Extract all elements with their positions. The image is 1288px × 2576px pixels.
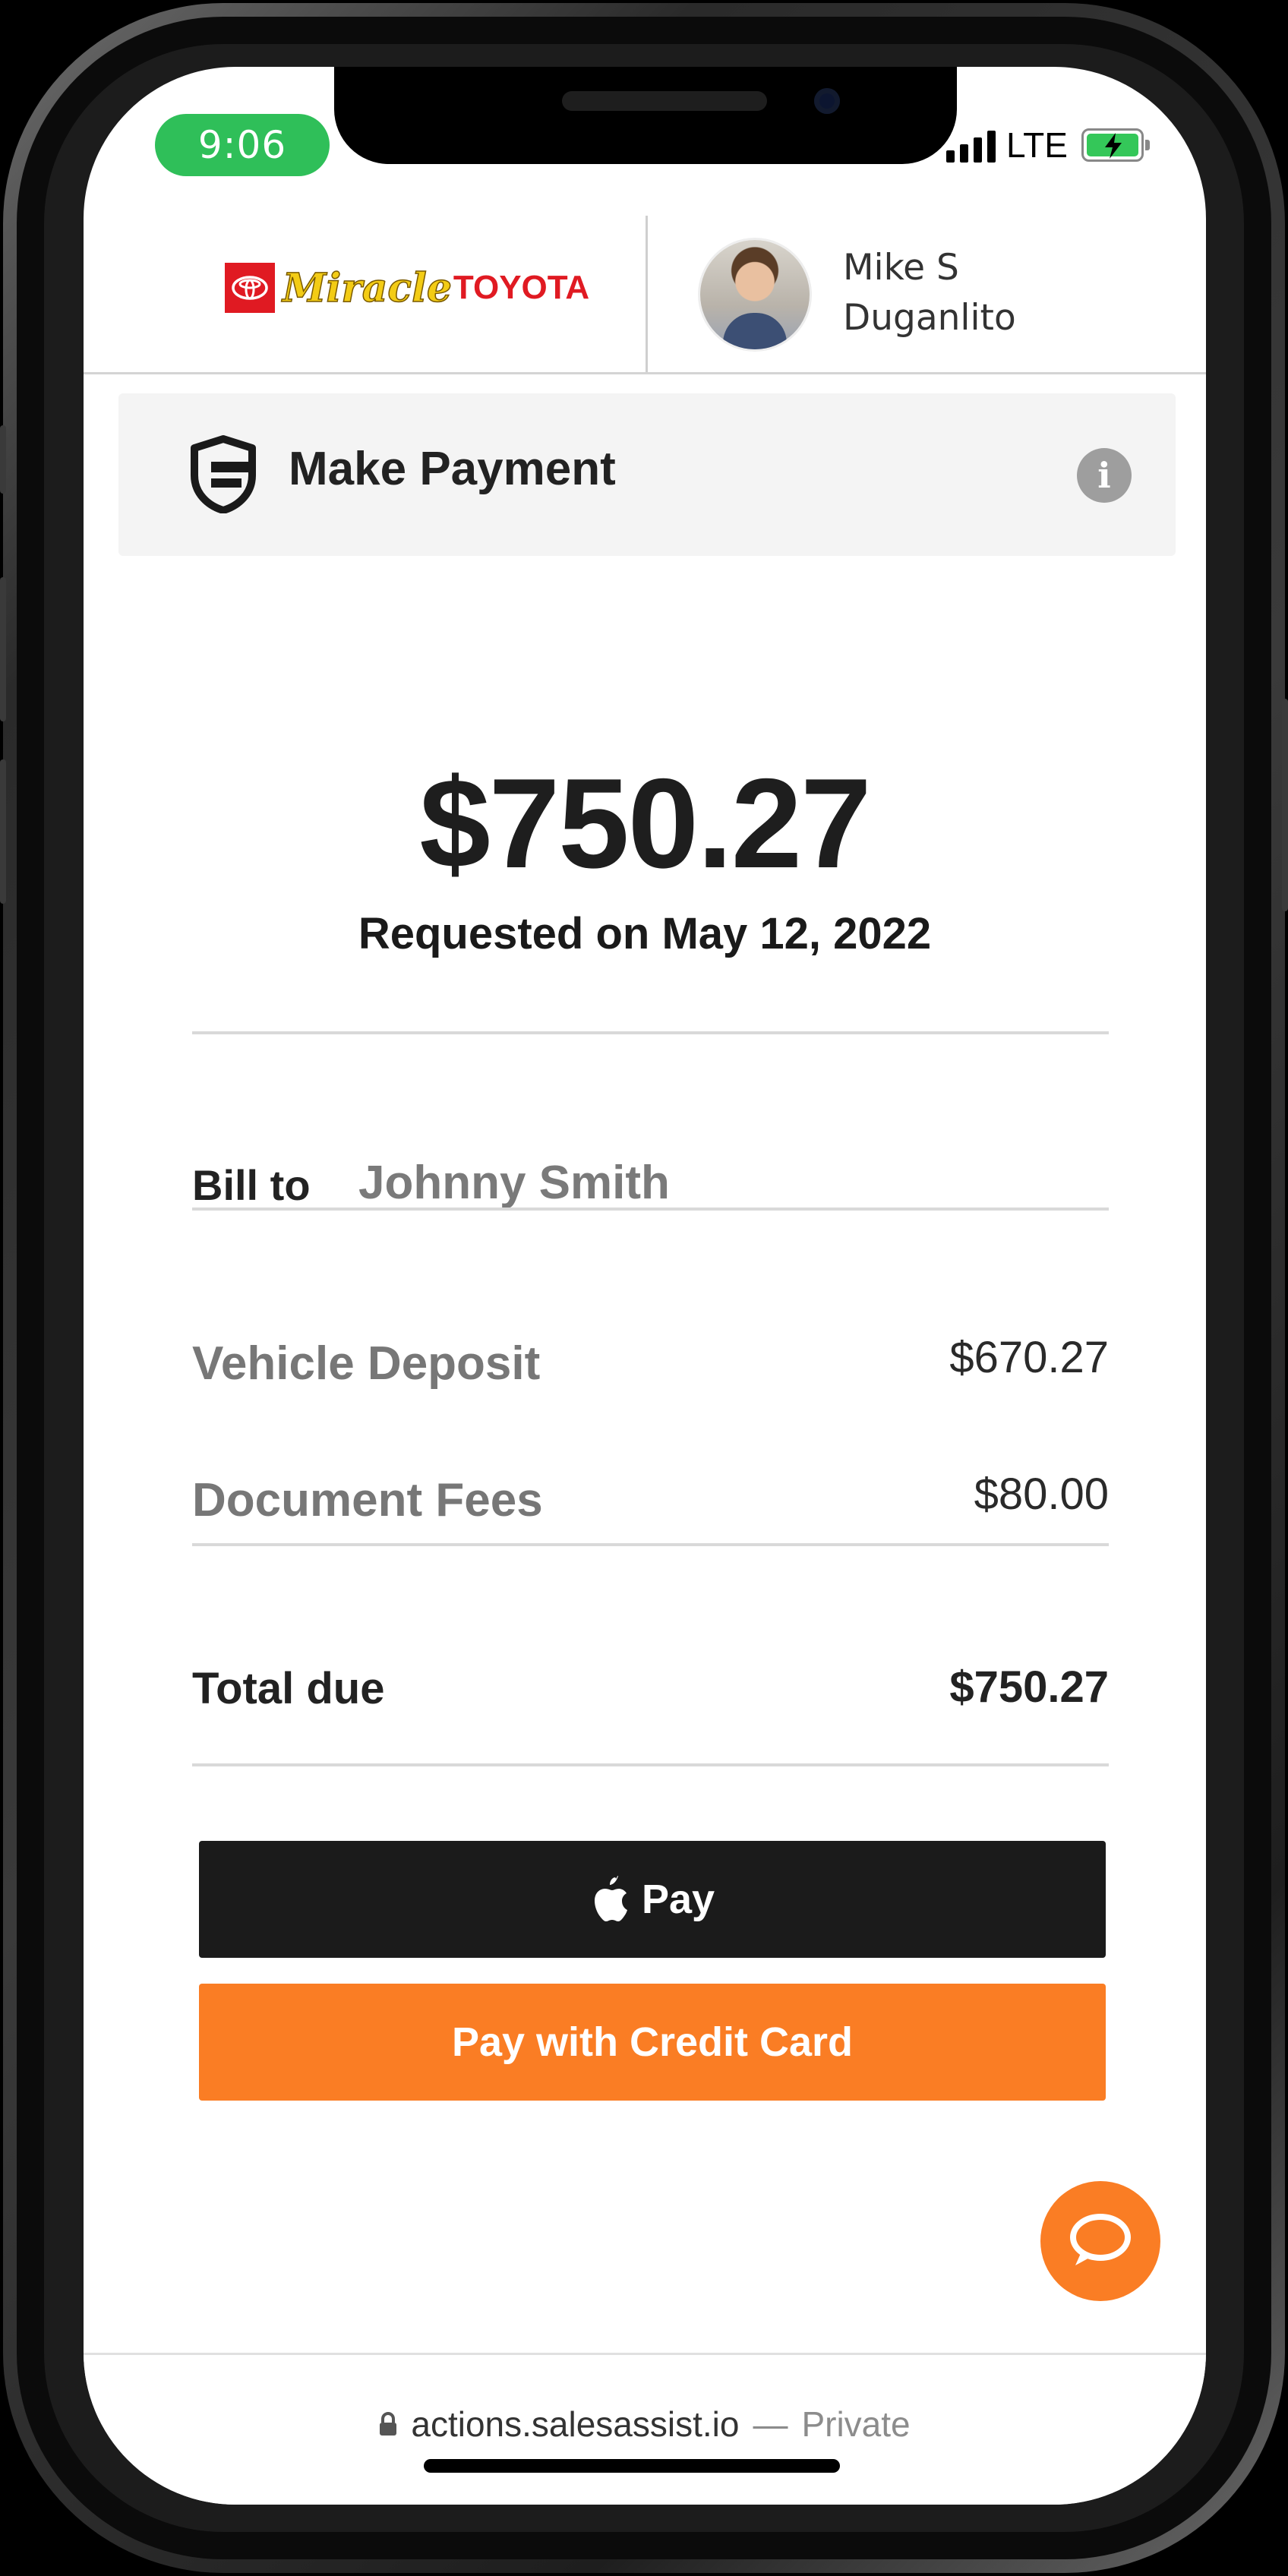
url-separator: —: [753, 2404, 788, 2444]
divider: [192, 1763, 1109, 1766]
header-divider: [646, 216, 648, 372]
phone-screen: 9:06 LTE Miracle TOYOTA Mike S Duganlito: [84, 67, 1206, 2505]
front-camera: [814, 88, 840, 114]
chat-button[interactable]: [1040, 2181, 1160, 2301]
status-indicators: LTE: [946, 125, 1150, 166]
agent-first-name: Mike S: [843, 247, 959, 289]
requested-date: Requested on May 12, 2022: [358, 909, 932, 958]
line-item-value: $670.27: [949, 1333, 1109, 1382]
bill-to-label: Bill to: [192, 1161, 311, 1209]
info-icon[interactable]: i: [1077, 448, 1132, 503]
apple-pay-label: Pay: [641, 1877, 715, 1922]
status-time: 9:06: [155, 114, 330, 176]
shield-card-icon: [191, 435, 256, 513]
side-button-left-mid: [0, 577, 6, 721]
pay-with-credit-card-button[interactable]: Pay with Credit Card: [199, 1984, 1106, 2101]
line-item-value: $80.00: [974, 1470, 1109, 1519]
divider: [192, 1031, 1109, 1034]
battery-charging-icon: [1081, 128, 1150, 162]
side-button-left-bottom: [0, 759, 6, 904]
address-row: actions.salesassist.io — Private: [84, 2404, 1206, 2445]
panel-title: Make Payment: [289, 443, 616, 495]
chat-bubble-icon: [1070, 2214, 1131, 2265]
signal-bars-icon: [946, 128, 996, 163]
payment-amount: $750.27: [419, 752, 871, 895]
agent-avatar[interactable]: [700, 240, 810, 349]
divider: [192, 1208, 1109, 1211]
dealer-logo-word: TOYOTA: [453, 269, 590, 306]
side-button-left-top: [0, 425, 6, 494]
home-indicator[interactable]: [424, 2459, 840, 2473]
agent-last-name: Duganlito: [843, 297, 1016, 339]
notch: [334, 67, 957, 164]
line-item-label: Vehicle Deposit: [192, 1337, 541, 1390]
divider: [192, 1543, 1109, 1546]
browser-address-bar[interactable]: actions.salesassist.io — Private: [84, 2353, 1206, 2505]
lock-icon: [380, 2412, 397, 2436]
agent-name[interactable]: Mike S Duganlito: [843, 243, 1016, 343]
side-button-right: [1282, 699, 1288, 911]
dealer-logo-script: Miracle: [282, 264, 452, 312]
apple-icon: [594, 1876, 627, 1921]
network-label: LTE: [1006, 125, 1068, 165]
make-payment-header: Make Payment i: [118, 393, 1176, 556]
apple-pay-button[interactable]: Pay: [199, 1841, 1106, 1958]
dealer-logo[interactable]: Miracle TOYOTA: [225, 263, 589, 313]
speaker-grille: [562, 91, 767, 111]
total-due-value: $750.27: [949, 1662, 1109, 1712]
toyota-emblem-icon: [225, 263, 275, 313]
url-host: actions.salesassist.io: [411, 2404, 740, 2444]
private-label: Private: [801, 2404, 911, 2444]
line-item-label: Document Fees: [192, 1474, 543, 1526]
total-due-label: Total due: [192, 1664, 385, 1713]
bill-to-name: Johnny Smith: [358, 1157, 670, 1209]
